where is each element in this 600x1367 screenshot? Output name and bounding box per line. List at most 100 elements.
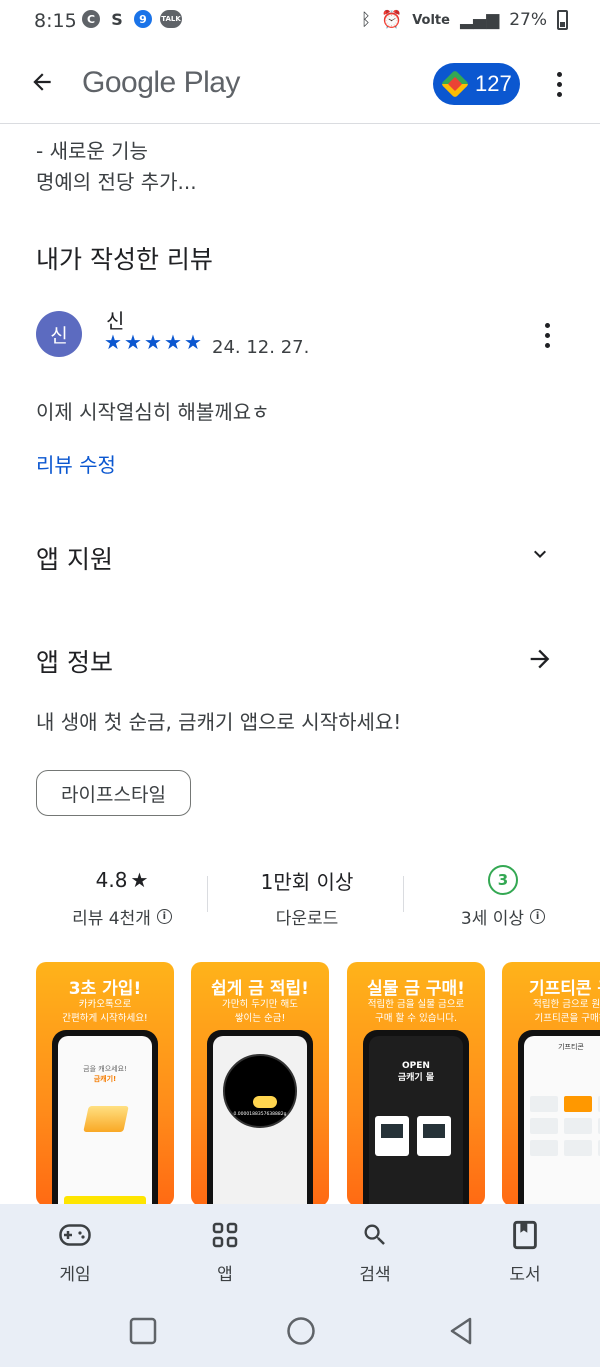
category-chip[interactable]: 라이프스타일 <box>36 770 191 816</box>
screen-text: 0.0000188357638882g <box>233 1112 287 1117</box>
navigation-9-icon: 9 <box>134 10 152 28</box>
review-text: 이제 시작열심히 해볼께요ㅎ <box>36 400 270 424</box>
nav-label: 게임 <box>59 1265 91 1285</box>
star-icon: ★ <box>184 330 202 354</box>
phone-mockup: 0.0000188357638882g <box>207 1030 313 1206</box>
nav-label: 검색 <box>359 1265 391 1285</box>
avatar: 신 <box>36 311 82 357</box>
info-icon: i <box>156 909 172 924</box>
more-vert-icon <box>556 71 562 77</box>
battery-icon <box>557 10 568 30</box>
review-menu-button[interactable] <box>536 320 558 350</box>
my-review-title: 내가 작성한 리뷰 <box>36 245 213 274</box>
screenshot-carousel[interactable]: 3초 가입! 카카오톡으로 간편하게 시작하세요! 금을 캐으세요! 금캐기! … <box>36 962 600 1206</box>
product-card <box>417 1116 451 1156</box>
nav-label: 도서 <box>509 1265 541 1285</box>
rating-stat[interactable]: 4.8 ★ 리뷰 4천개 i <box>32 860 212 929</box>
screenshot-title: 기프티콘 구 <box>528 979 600 999</box>
review-stars: ★ ★ ★ ★ ★ <box>104 330 203 354</box>
phone-mockup: OPEN 금캐기 몰 <box>363 1030 469 1206</box>
star-icon: ★ <box>164 330 182 354</box>
downloads-label: 다운로드 <box>275 909 339 929</box>
status-time: 8:15 <box>34 10 77 32</box>
talk-icon: TALK <box>160 10 182 28</box>
nav-label: 앱 <box>217 1265 233 1285</box>
screenshot-subtitle: 카카오톡으로 <box>78 999 132 1010</box>
age-rating-stat[interactable]: 3 3세 이상 i <box>413 860 593 929</box>
screen-text: 금캐기! <box>93 1075 117 1083</box>
system-back-icon[interactable] <box>446 1316 476 1346</box>
search-icon <box>364 1224 385 1245</box>
screen-text: 기프티콘 <box>558 1043 584 1051</box>
play-points-count: 127 <box>475 71 512 96</box>
signal-icon: ▂▄▆ <box>459 10 500 30</box>
screenshot-2[interactable]: 쉽게 금 적립! 가만히 두기만 해도 쌓이는 순금! 0.0000188357… <box>191 962 329 1206</box>
status-bar: 8:15 C S 9 TALK ᛒ ⏰ Volte ▂▄▆ 27% <box>0 0 600 44</box>
volte-label: Volte <box>412 12 450 28</box>
screenshot-subtitle: 가만히 두기만 해도 <box>222 999 298 1010</box>
notification-icons: C S 9 TALK <box>82 9 182 29</box>
star-icon: ★ <box>124 330 142 354</box>
chevron-down-icon[interactable] <box>528 542 552 566</box>
kakao-s-icon: S <box>111 9 123 29</box>
screenshot-3[interactable]: 실물 금 구매! 적립한 금을 실물 금으로 구매 할 수 있습니다. OPEN… <box>347 962 485 1206</box>
book-icon <box>513 1220 537 1250</box>
gift-grid <box>530 1096 600 1156</box>
gold-counter-circle: 0.0000188357638882g <box>223 1054 297 1128</box>
whats-new-text: - 새로운 기능 명예의 전당 추가... <box>36 136 197 198</box>
age-rating-label: 3세 이상 <box>460 909 525 929</box>
bottom-navigation: 게임 앱 검색 도서 <box>0 1204 600 1296</box>
overflow-menu-button[interactable] <box>544 66 574 102</box>
edit-review-link[interactable]: 리뷰 수정 <box>36 449 116 478</box>
downloads-stat: 1만회 이상 다운로드 <box>217 860 397 930</box>
alarm-icon: ⏰ <box>381 10 403 30</box>
gamepad-icon <box>59 1224 91 1246</box>
system-status: ᛒ ⏰ Volte ▂▄▆ 27% <box>361 10 568 30</box>
bluetooth-icon: ᛒ <box>360 10 372 30</box>
screenshot-title: 3초 가입! <box>68 979 142 999</box>
home-icon[interactable] <box>286 1316 316 1346</box>
whats-new-line: 명예의 전당 추가... <box>36 170 197 194</box>
screenshot-subtitle: 쌓이는 순금! <box>234 1013 286 1024</box>
screenshot-title: 실물 금 구매! <box>367 979 465 999</box>
back-button[interactable] <box>22 62 62 102</box>
reviews-count: 리뷰 4천개 <box>72 909 151 929</box>
more-vert-icon <box>544 322 550 328</box>
arrow-right-icon[interactable] <box>526 645 554 673</box>
screen-text: 금캐기 몰 <box>397 1073 435 1083</box>
app-description: 내 생애 첫 순금, 금캐기 앱으로 시작하세요! <box>36 710 402 734</box>
phone-mockup: 금을 캐으세요! 금캐기! <box>52 1030 158 1206</box>
screenshot-4[interactable]: 기프티콘 구 적립한 금으로 원하 기프티콘을 구매하 기프티콘 <box>502 962 600 1206</box>
screen-text: 금을 캐으세요! <box>83 1065 127 1073</box>
nav-item-games[interactable]: 게임 <box>30 1220 120 1285</box>
recent-apps-icon[interactable] <box>128 1316 158 1346</box>
back-arrow-icon <box>33 73 51 91</box>
screenshot-subtitle: 기프티콘을 구매하 <box>534 1013 600 1024</box>
screenshot-subtitle: 적립한 금으로 원하 <box>533 999 600 1010</box>
star-icon: ★ <box>104 330 122 354</box>
age-rating-badge: 3 <box>488 865 518 895</box>
divider <box>403 876 404 912</box>
screen-text: OPEN <box>402 1061 430 1071</box>
rating-value: 4.8 <box>95 868 128 892</box>
gold-bars-image <box>83 1106 129 1132</box>
downloads-value: 1만회 이상 <box>260 869 354 894</box>
nav-item-search[interactable]: 검색 <box>330 1220 420 1285</box>
gold-nugget-image <box>253 1096 277 1108</box>
screenshot-1[interactable]: 3초 가입! 카카오톡으로 간편하게 시작하세요! 금을 캐으세요! 금캐기! <box>36 962 174 1206</box>
nav-item-books[interactable]: 도서 <box>480 1220 570 1285</box>
screenshot-subtitle: 적립한 금을 실물 금으로 <box>367 999 465 1010</box>
star-icon: ★ <box>130 868 149 892</box>
google-play-title: Google Play <box>82 66 240 99</box>
screenshot-subtitle: 구매 할 수 있습니다. <box>375 1013 457 1024</box>
app-bar: Google Play 127 <box>0 44 600 124</box>
app-support-title[interactable]: 앱 지원 <box>36 540 113 576</box>
info-icon: i <box>530 909 546 924</box>
nav-item-apps[interactable]: 앱 <box>180 1220 270 1285</box>
play-points-button[interactable]: 127 <box>433 63 520 105</box>
battery-percent: 27% <box>509 10 547 30</box>
play-points-icon <box>440 69 470 99</box>
system-navigation-bar <box>0 1296 600 1367</box>
star-icon: ★ <box>144 330 162 354</box>
app-info-title[interactable]: 앱 정보 <box>36 643 113 679</box>
